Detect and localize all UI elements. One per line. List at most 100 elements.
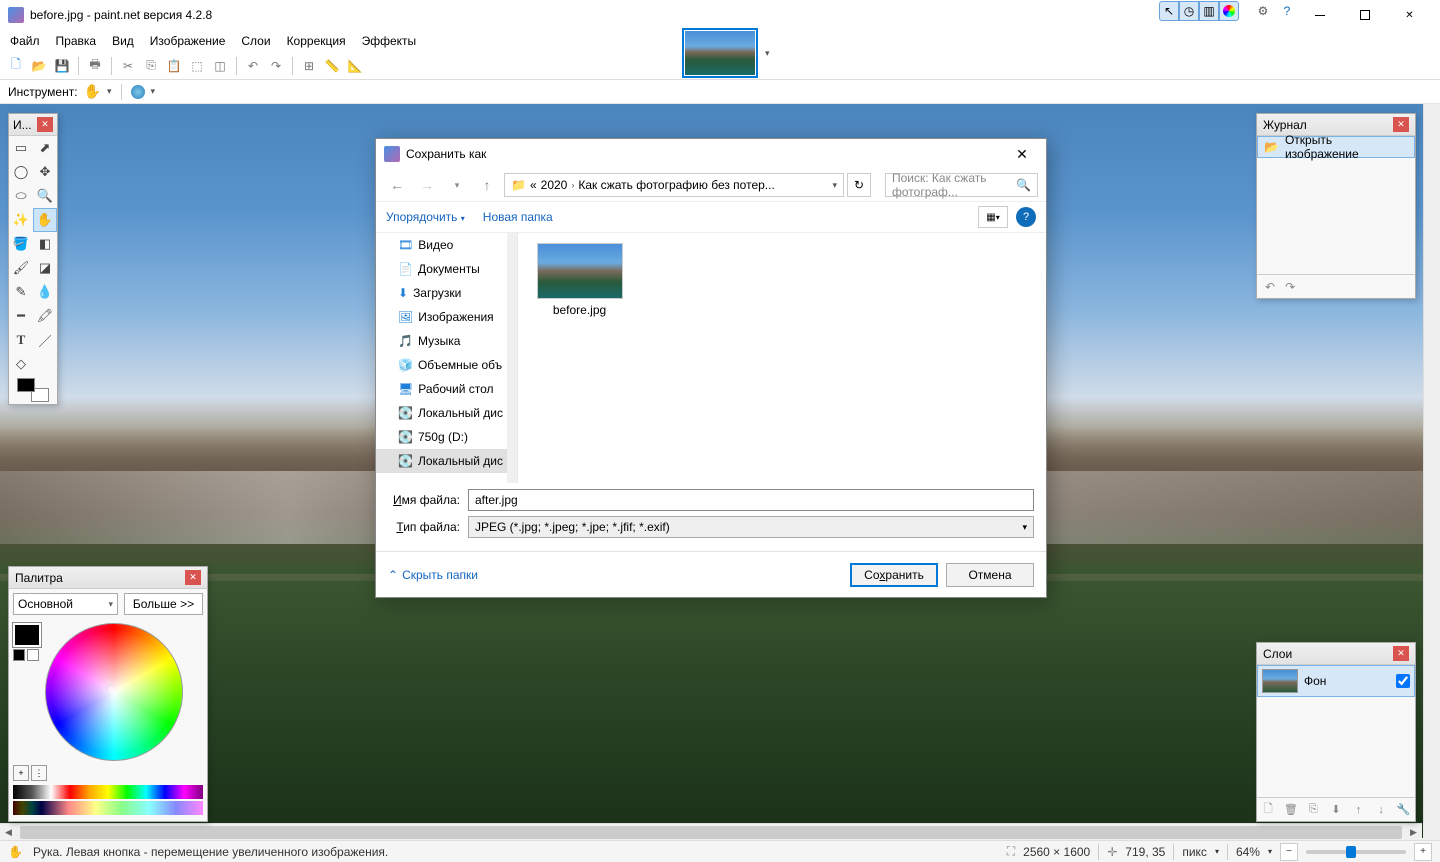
file-item-before-jpg[interactable]: before.jpg xyxy=(532,243,627,317)
menu-image[interactable]: Изображение xyxy=(150,34,226,48)
text-tool[interactable]: T xyxy=(9,328,33,352)
tools-panel-close-icon[interactable]: ✕ xyxy=(37,117,53,132)
tree-item-disk-e[interactable]: 💽Локальный дис xyxy=(376,449,507,473)
move-layer-up-icon[interactable]: ↑ xyxy=(1350,801,1368,819)
tree-item-downloads[interactable]: ⬇Загрузки xyxy=(376,281,507,305)
menu-effects[interactable]: Эффекты xyxy=(362,34,417,48)
maximize-button[interactable] xyxy=(1342,1,1387,30)
breadcrumb-folder[interactable]: Как сжать фотографию без потер... xyxy=(578,178,774,192)
breadcrumb[interactable]: 📁 « 2020 › Как сжать фотографию без поте… xyxy=(504,173,844,197)
grid-icon[interactable]: ⊞ xyxy=(299,56,319,76)
new-file-icon[interactable]: 🗋 xyxy=(6,56,26,76)
menu-layers[interactable]: Слои xyxy=(241,34,270,48)
magic-wand-tool[interactable]: ✨ xyxy=(9,208,33,232)
dialog-help-icon[interactable]: ? xyxy=(1016,207,1036,227)
tree-item-disk-d[interactable]: 💽750g (D:) xyxy=(376,425,507,449)
tree-scrollbar[interactable] xyxy=(507,233,517,483)
tool-dropdown-icon[interactable]: ▾ xyxy=(107,86,112,97)
tree-item-desktop[interactable]: 🖥Рабочий стол xyxy=(376,377,507,401)
tree-item-disk-c[interactable]: 💽Локальный дис xyxy=(376,401,507,425)
breadcrumb-dropdown-icon[interactable]: ▾ xyxy=(832,180,837,191)
scroll-right-icon[interactable]: ▶ xyxy=(1405,824,1422,841)
zoom-dropdown-icon[interactable]: ▾ xyxy=(1268,847,1272,856)
tools-panel-title[interactable]: И... ✕ xyxy=(9,114,57,136)
hand-tool-icon[interactable]: ✋ xyxy=(84,83,101,100)
filename-input[interactable] xyxy=(468,489,1034,511)
undo-icon[interactable]: ↶ xyxy=(243,56,263,76)
units-dropdown-icon[interactable]: ▾ xyxy=(1215,847,1219,856)
copy-icon[interactable]: ⎘ xyxy=(141,56,161,76)
document-thumbnail[interactable] xyxy=(682,28,758,78)
horizontal-scrollbar[interactable]: ◀ ▶ xyxy=(0,823,1422,840)
rect-select-tool[interactable]: ▭ xyxy=(9,136,33,160)
lasso-tool[interactable]: ◯ xyxy=(9,160,33,184)
nav-recent-icon[interactable]: ▾ xyxy=(444,173,470,197)
history-redo-icon[interactable]: ↷ xyxy=(1285,280,1295,294)
open-file-icon[interactable]: 📂 xyxy=(29,56,49,76)
files-area[interactable]: before.jpg xyxy=(518,233,1046,483)
tree-item-music[interactable]: 🎵Музыка xyxy=(376,329,507,353)
delete-layer-icon[interactable]: 🗑 xyxy=(1282,801,1300,819)
nav-back-icon[interactable]: ← xyxy=(384,173,410,197)
redo-icon[interactable]: ↷ xyxy=(266,56,286,76)
palette-strip-1[interactable] xyxy=(13,785,203,799)
layers-panel-title[interactable]: Слои ✕ xyxy=(1257,643,1415,665)
crop-icon[interactable]: ⬚ xyxy=(187,56,207,76)
palette-strip-2[interactable] xyxy=(13,801,203,815)
eraser-tool[interactable]: ◪ xyxy=(33,256,57,280)
merge-layer-icon[interactable]: ⬇ xyxy=(1327,801,1345,819)
ellipse-select-tool[interactable]: ⬭ xyxy=(9,184,33,208)
zoom-tool[interactable]: 🔍 xyxy=(33,184,57,208)
layer-item-background[interactable]: Фон xyxy=(1257,665,1415,697)
sampling-dropdown-icon[interactable]: ▾ xyxy=(151,86,156,97)
view-mode-button[interactable]: ▦ ▾ xyxy=(978,206,1008,228)
line-tool[interactable]: ／ xyxy=(33,328,57,352)
layers-toggle-icon[interactable]: ▥ xyxy=(1199,1,1219,21)
menu-adjust[interactable]: Коррекция xyxy=(287,34,346,48)
sampling-icon[interactable] xyxy=(131,85,145,99)
ruler-icon[interactable]: 📏 xyxy=(322,56,342,76)
zoom-slider[interactable] xyxy=(1306,850,1406,854)
move-layer-down-icon[interactable]: ↓ xyxy=(1372,801,1390,819)
refresh-button[interactable]: ↻ xyxy=(847,173,871,197)
zoom-out-button[interactable]: − xyxy=(1280,843,1298,861)
close-button[interactable]: ✕ xyxy=(1387,1,1432,30)
color-swap-icon[interactable] xyxy=(17,378,49,402)
zoom-in-button[interactable]: + xyxy=(1414,843,1432,861)
hide-folders-link[interactable]: ⌃ Скрыть папки xyxy=(388,568,478,582)
tools-toggle-icon[interactable]: ↖ xyxy=(1159,1,1179,21)
search-input[interactable]: Поиск: Как сжать фотограф... 🔍 xyxy=(885,173,1038,197)
tree-item-video[interactable]: 🎞Видео xyxy=(376,233,507,257)
palette-more-button[interactable]: Больше >> xyxy=(124,593,203,615)
palette-panel-title[interactable]: Палитра ✕ xyxy=(9,567,207,589)
save-button[interactable]: Сохранить xyxy=(850,563,938,587)
minimize-button[interactable] xyxy=(1297,1,1342,30)
move-selected-pixels-tool[interactable]: ✥ xyxy=(33,160,57,184)
dialog-close-button[interactable]: ✕ xyxy=(1006,139,1038,169)
dialog-titlebar[interactable]: Сохранить как ✕ xyxy=(376,139,1046,169)
menu-edit[interactable]: Правка xyxy=(56,34,97,48)
ruler-icon-2[interactable]: 📐 xyxy=(345,56,365,76)
color-wheel[interactable] xyxy=(45,623,183,761)
move-selection-tool[interactable]: ⬈ xyxy=(33,136,57,160)
paste-icon[interactable]: 📋 xyxy=(164,56,184,76)
menu-view[interactable]: Вид xyxy=(112,34,134,48)
status-units[interactable]: пикс xyxy=(1182,845,1207,859)
menu-file[interactable]: Файл xyxy=(10,34,40,48)
print-icon[interactable]: 🖶 xyxy=(85,56,105,76)
duplicate-layer-icon[interactable]: ⎘ xyxy=(1304,801,1322,819)
tree-item-3dobjects[interactable]: 🧊Объемные объ xyxy=(376,353,507,377)
cut-icon[interactable]: ✂ xyxy=(118,56,138,76)
layer-properties-icon[interactable]: 🔧 xyxy=(1395,801,1413,819)
breadcrumb-year[interactable]: 2020 xyxy=(541,178,568,192)
history-undo-icon[interactable]: ↶ xyxy=(1265,280,1275,294)
paint-bucket-tool[interactable]: 🪣 xyxy=(9,232,33,256)
mini-swatch-white[interactable] xyxy=(27,649,39,661)
palette-add-icon[interactable]: + xyxy=(13,765,29,781)
help-icon[interactable]: ? xyxy=(1277,1,1297,21)
pan-tool[interactable]: ✋ xyxy=(33,208,57,232)
history-toggle-icon[interactable]: ◷ xyxy=(1179,1,1199,21)
layers-panel-close-icon[interactable]: ✕ xyxy=(1393,646,1409,661)
add-layer-icon[interactable]: 🗋 xyxy=(1259,801,1277,819)
palette-manage-icon[interactable]: ⋮ xyxy=(31,765,47,781)
